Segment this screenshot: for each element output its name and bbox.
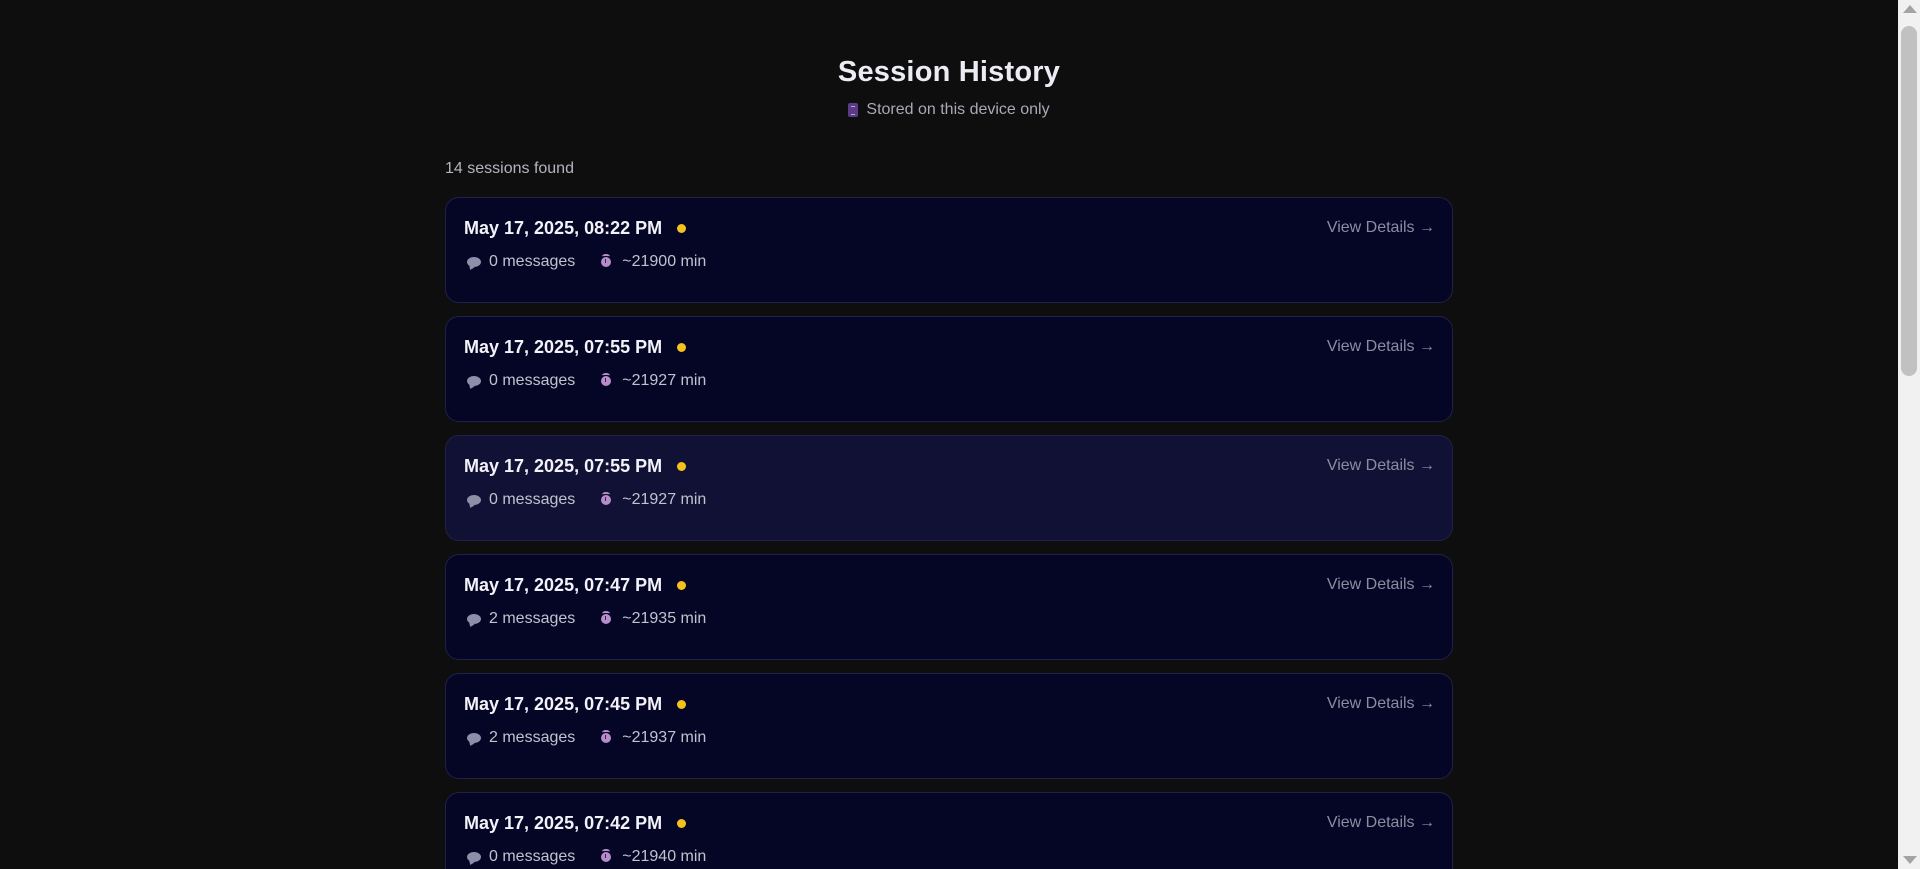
message-count: 2 messages	[464, 610, 575, 628]
vertical-scrollbar[interactable]	[1898, 0, 1920, 869]
main-content: Session History Stored on this device on…	[0, 0, 1898, 869]
session-date: May 17, 2025, 07:55 PM	[464, 456, 663, 476]
session-card[interactable]: May 17, 2025, 08:22 PM 0 messages ~21900…	[445, 197, 1453, 303]
alarm-clock-icon	[601, 373, 612, 386]
session-title-row: May 17, 2025, 07:55 PM	[464, 456, 1434, 477]
message-count: 0 messages	[464, 253, 575, 271]
alarm-clock-icon	[601, 492, 612, 505]
scroll-down-arrow-icon[interactable]	[1903, 856, 1917, 864]
speech-bubble-icon	[467, 733, 481, 743]
view-details-link[interactable]: View Details →	[1327, 338, 1435, 356]
session-meta: 2 messages ~21935 min	[464, 610, 1434, 628]
device-icon	[848, 103, 859, 117]
view-details-link[interactable]: View Details →	[1327, 814, 1435, 832]
alarm-clock-icon	[601, 730, 612, 743]
session-card[interactable]: May 17, 2025, 07:55 PM 0 messages ~21927…	[445, 316, 1453, 422]
page-header: Session History Stored on this device on…	[0, 0, 1898, 119]
session-title-row: May 17, 2025, 07:45 PM	[464, 694, 1434, 715]
message-count-text: 0 messages	[489, 253, 576, 270]
message-count: 0 messages	[464, 491, 575, 509]
message-count-text: 2 messages	[489, 729, 576, 746]
speech-bubble-icon	[467, 614, 481, 624]
view-details-link[interactable]: View Details →	[1327, 576, 1435, 594]
session-duration-text: ~21937 min	[622, 729, 707, 746]
session-title-row: May 17, 2025, 07:42 PM	[464, 813, 1434, 834]
session-title-row: May 17, 2025, 08:22 PM	[464, 218, 1434, 239]
status-dot-icon	[677, 343, 687, 352]
status-dot-icon	[677, 462, 687, 471]
alarm-clock-icon	[601, 611, 612, 624]
session-list: May 17, 2025, 08:22 PM 0 messages ~21900…	[445, 197, 1453, 869]
session-title-row: May 17, 2025, 07:55 PM	[464, 337, 1434, 358]
speech-bubble-icon	[467, 376, 481, 386]
session-date: May 17, 2025, 07:45 PM	[464, 694, 663, 714]
session-card[interactable]: May 17, 2025, 07:45 PM 2 messages ~21937…	[445, 673, 1453, 779]
session-duration: ~21937 min	[596, 729, 706, 747]
message-count-text: 0 messages	[489, 372, 576, 389]
session-duration-text: ~21935 min	[622, 610, 707, 627]
session-date: May 17, 2025, 07:55 PM	[464, 337, 663, 357]
session-date: May 17, 2025, 07:42 PM	[464, 813, 663, 833]
session-duration: ~21927 min	[596, 372, 706, 390]
status-dot-icon	[677, 581, 687, 590]
message-count-text: 2 messages	[489, 610, 576, 627]
message-count: 0 messages	[464, 848, 575, 866]
app-window: Session History Stored on this device on…	[0, 0, 1920, 869]
message-count: 2 messages	[464, 729, 575, 747]
message-count-text: 0 messages	[489, 491, 576, 508]
session-card[interactable]: May 17, 2025, 07:47 PM 2 messages ~21935…	[445, 554, 1453, 660]
storage-note-text: Stored on this device only	[866, 101, 1050, 118]
page-title: Session History	[837, 56, 1061, 88]
session-date: May 17, 2025, 08:22 PM	[464, 218, 663, 238]
session-list-section: 14 sessions found May 17, 2025, 08:22 PM…	[445, 160, 1453, 869]
session-meta: 0 messages ~21900 min	[464, 253, 1434, 271]
message-count-text: 0 messages	[489, 848, 576, 865]
alarm-clock-icon	[601, 254, 612, 267]
view-details-link[interactable]: View Details →	[1327, 457, 1435, 475]
session-duration-text: ~21900 min	[622, 253, 707, 270]
session-duration: ~21935 min	[596, 610, 706, 628]
session-duration-text: ~21927 min	[622, 491, 707, 508]
speech-bubble-icon	[467, 257, 481, 267]
session-title-row: May 17, 2025, 07:47 PM	[464, 575, 1434, 596]
status-dot-icon	[677, 819, 687, 828]
session-date: May 17, 2025, 07:47 PM	[464, 575, 663, 595]
view-details-link[interactable]: View Details →	[1327, 695, 1435, 713]
session-duration: ~21927 min	[596, 491, 706, 509]
session-duration-text: ~21927 min	[622, 372, 707, 389]
speech-bubble-icon	[467, 495, 481, 505]
session-count: 14 sessions found	[445, 160, 574, 177]
session-meta: 0 messages ~21927 min	[464, 491, 1434, 509]
view-details-link[interactable]: View Details →	[1327, 219, 1435, 237]
scrollbar-thumb[interactable]	[1901, 26, 1917, 376]
status-dot-icon	[677, 700, 687, 709]
scroll-up-arrow-icon[interactable]	[1903, 5, 1917, 13]
session-meta: 0 messages ~21940 min	[464, 848, 1434, 866]
alarm-clock-icon	[601, 849, 612, 862]
session-duration: ~21940 min	[596, 848, 706, 866]
session-duration: ~21900 min	[596, 253, 706, 271]
storage-note: Stored on this device only	[0, 101, 1898, 119]
session-card[interactable]: May 17, 2025, 07:42 PM 0 messages ~21940…	[445, 792, 1453, 869]
session-meta: 2 messages ~21937 min	[464, 729, 1434, 747]
session-meta: 0 messages ~21927 min	[464, 372, 1434, 390]
status-dot-icon	[677, 224, 687, 233]
message-count: 0 messages	[464, 372, 575, 390]
speech-bubble-icon	[467, 852, 481, 862]
session-duration-text: ~21940 min	[622, 848, 707, 865]
session-card[interactable]: May 17, 2025, 07:55 PM 0 messages ~21927…	[445, 435, 1453, 541]
